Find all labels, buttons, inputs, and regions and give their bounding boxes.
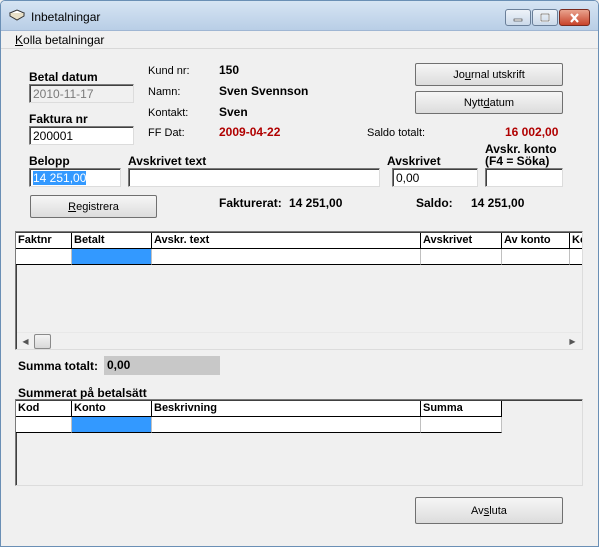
belopp-label: Belopp xyxy=(29,154,70,168)
faktura-nr-label: Faktura nr xyxy=(29,112,88,126)
col-faktnr[interactable]: Faktnr xyxy=(16,233,72,249)
btn-mnemonic: R xyxy=(68,200,77,213)
col-betalt[interactable]: Betalt xyxy=(72,233,152,249)
minimize-icon xyxy=(513,18,523,21)
summerat-grid[interactable]: Kod Konto Beskrivning Summa xyxy=(15,399,583,486)
col-avskrivet[interactable]: Avskrivet xyxy=(421,233,502,249)
title-bar[interactable]: Inbetalningar xyxy=(1,1,598,31)
avskr-konto-hint: (F4 = Söka) xyxy=(485,154,550,168)
menu-mnemonic: K xyxy=(15,33,24,47)
namn-value: Sven Svennson xyxy=(219,84,309,98)
belopp-field[interactable]: 14 251,00 xyxy=(29,168,121,187)
col-beskrivning[interactable]: Beskrivning xyxy=(152,401,421,417)
saldo-totalt-label: Saldo totalt: xyxy=(367,127,426,139)
btn-text: luta xyxy=(489,504,507,517)
menu-label: olla betalningar xyxy=(23,33,105,47)
summerat-label: Summerat på betalsätt xyxy=(18,386,147,400)
kontakt-value: Sven xyxy=(219,105,248,119)
app-icon xyxy=(9,9,25,21)
saldo-value: 14 251,00 xyxy=(471,196,525,210)
cell-beskrivning[interactable] xyxy=(152,417,421,433)
summa-totalt-label: Summa totalt: xyxy=(18,359,99,373)
avskrivet-field[interactable]: 0,00 xyxy=(392,168,478,187)
btn-text: Nytt xyxy=(463,96,484,109)
faktura-nr-field[interactable]: 200001 xyxy=(29,126,134,145)
kontakt-label: Kontakt: xyxy=(148,107,189,119)
close-button[interactable] xyxy=(559,9,590,26)
cell-summa[interactable] xyxy=(421,417,502,433)
col-summa[interactable]: Summa xyxy=(421,401,502,417)
main-window: Inbetalningar Kolla betalningar Betal da… xyxy=(0,0,599,547)
table-row[interactable] xyxy=(16,249,582,265)
avskrivet-label: Avskrivet xyxy=(387,154,441,168)
cell-konto[interactable] xyxy=(72,417,152,433)
maximize-button[interactable] xyxy=(532,9,558,26)
menu-bar: Kolla betalningar xyxy=(1,31,598,49)
betal-datum-field[interactable]: 2010-11-17 xyxy=(29,84,134,103)
maximize-icon xyxy=(540,13,550,22)
cell-betalt[interactable] xyxy=(72,249,152,265)
saldo-label: Saldo: xyxy=(416,196,453,210)
kund-nr-label: Kund nr: xyxy=(148,65,190,77)
col-ko[interactable]: Ko xyxy=(570,233,582,249)
col-konto[interactable]: Konto xyxy=(72,401,152,417)
ff-dat-value: 2009-04-22 xyxy=(219,125,281,139)
namn-label: Namn: xyxy=(148,86,181,98)
btn-text: rnal utskrift xyxy=(470,68,525,81)
close-icon xyxy=(570,12,579,23)
col-kod[interactable]: Kod xyxy=(16,401,72,417)
kund-nr-value: 150 xyxy=(219,63,240,77)
ff-dat-label: FF Dat: xyxy=(148,127,185,139)
menu-kolla-betalningar[interactable]: Kolla betalningar xyxy=(15,33,104,47)
belopp-selected-text: 14 251,00 xyxy=(33,171,87,185)
avskr-konto-field[interactable] xyxy=(485,168,563,187)
cell-avskrivet[interactable] xyxy=(421,249,502,265)
cell-av-konto[interactable] xyxy=(502,249,570,265)
payments-grid-header: Faktnr Betalt Avskr. text Avskrivet Av k… xyxy=(16,233,582,249)
avskrivet-text-field[interactable] xyxy=(128,168,380,187)
scroll-thumb[interactable] xyxy=(34,334,51,349)
cell-kod[interactable] xyxy=(16,417,72,433)
cell-faktnr[interactable] xyxy=(16,249,72,265)
journal-utskrift-button[interactable]: Jo u rnal utskrift xyxy=(415,63,563,86)
col-av-konto[interactable]: Av konto xyxy=(502,233,570,249)
registrera-button[interactable]: Registrera xyxy=(30,195,157,218)
summa-totalt-value: 0,00 xyxy=(104,356,220,375)
fakturerat-label: Fakturerat: xyxy=(219,196,282,210)
btn-text: atum xyxy=(489,96,515,109)
nytt-datum-button[interactable]: Nytt d atum xyxy=(415,91,563,114)
window-title: Inbetalningar xyxy=(31,10,101,24)
avskrivet-text-label: Avskrivet text xyxy=(128,154,207,168)
saldo-totalt-value: 16 002,00 xyxy=(505,125,559,139)
btn-text: egistrera xyxy=(76,200,119,213)
cell-avskr-text[interactable] xyxy=(152,249,421,265)
scroll-right-icon[interactable]: ▶ xyxy=(564,333,581,349)
scroll-left-icon[interactable]: ◀ xyxy=(17,333,34,349)
table-row[interactable] xyxy=(16,417,502,433)
summerat-grid-header: Kod Konto Beskrivning Summa xyxy=(16,401,502,417)
fakturerat-value: 14 251,00 xyxy=(289,196,343,210)
btn-text: Av xyxy=(471,504,484,517)
minimize-button[interactable] xyxy=(505,9,531,26)
btn-text: Jo xyxy=(453,68,465,81)
col-avskr-text[interactable]: Avskr. text xyxy=(152,233,421,249)
cell-ko[interactable] xyxy=(570,249,582,265)
betal-datum-label: Betal datum xyxy=(29,70,98,84)
horizontal-scrollbar[interactable]: ◀ ▶ xyxy=(17,332,581,349)
payments-grid[interactable]: Faktnr Betalt Avskr. text Avskrivet Av k… xyxy=(15,231,583,350)
avsluta-button[interactable]: Av s luta xyxy=(415,497,563,524)
